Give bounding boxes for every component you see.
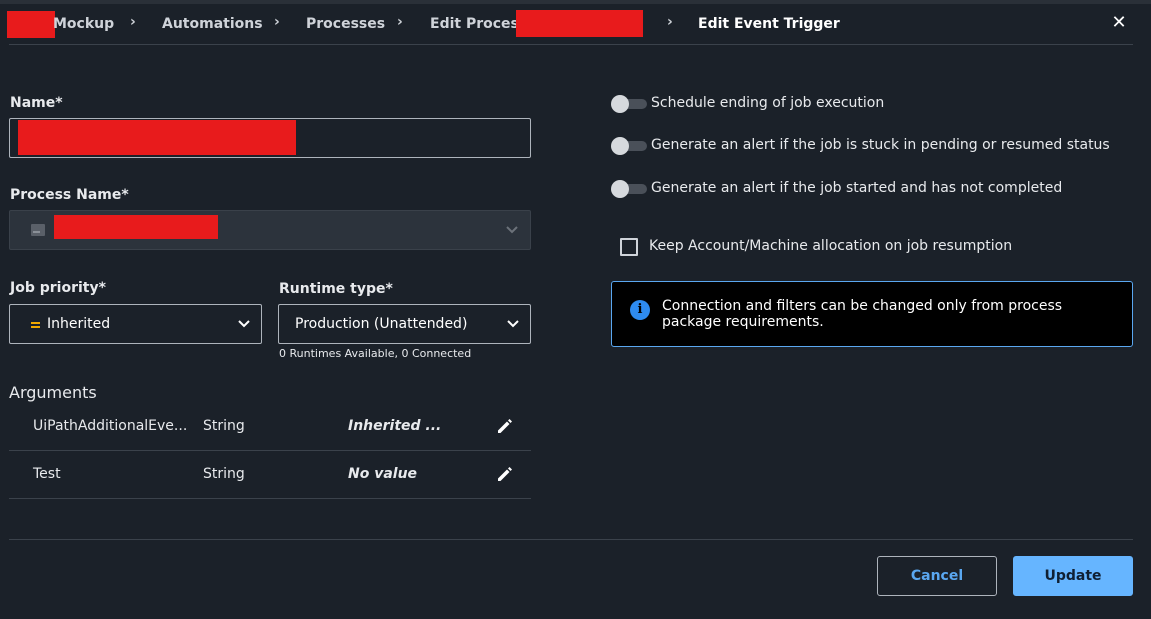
argument-name: UiPathAdditionalEve... xyxy=(33,418,188,434)
runtime-type-select[interactable]: Production (Unattended) xyxy=(278,304,531,344)
arguments-title: Arguments xyxy=(9,383,97,402)
argument-name: Test xyxy=(33,466,61,482)
process-name-label: Process Name* xyxy=(10,187,129,203)
info-banner: i Connection and filters can be changed … xyxy=(611,281,1133,347)
argument-value: Inherited ... xyxy=(348,418,442,434)
edit-event-trigger-panel: Mockup › Automations › Processes › Edit … xyxy=(0,0,1151,619)
equals-icon xyxy=(31,322,40,328)
schedule-ending-toggle[interactable] xyxy=(611,95,647,113)
process-name-select[interactable] xyxy=(9,210,531,250)
name-label: Name* xyxy=(10,95,63,111)
keep-allocation-label: Keep Account/Machine allocation on job r… xyxy=(649,238,1013,254)
runtime-type-value: Production (Unattended) xyxy=(295,316,468,332)
cancel-button[interactable]: Cancel xyxy=(877,556,997,596)
name-input[interactable] xyxy=(9,118,531,158)
table-row: UiPathAdditionalEve... String Inherited … xyxy=(9,403,531,451)
header-divider xyxy=(9,44,1133,45)
toggle-knob xyxy=(611,95,629,113)
redacted-block xyxy=(7,11,55,38)
job-priority-label: Job priority* xyxy=(10,280,106,296)
footer-divider xyxy=(9,539,1133,540)
argument-type: String xyxy=(203,466,245,482)
toggle-knob xyxy=(611,180,629,198)
breadcrumb-item-mockup[interactable]: Mockup xyxy=(53,16,114,32)
pencil-icon[interactable] xyxy=(495,416,515,436)
breadcrumb-item-automations[interactable]: Automations xyxy=(162,16,263,32)
info-icon: i xyxy=(630,300,650,320)
redacted-block xyxy=(516,10,643,37)
job-priority-select[interactable]: Inherited xyxy=(9,304,262,344)
toggle-label: Generate an alert if the job is stuck in… xyxy=(651,137,1110,153)
table-row: Test String No value xyxy=(9,451,531,499)
runtime-type-label: Runtime type* xyxy=(279,281,393,297)
not-completed-alert-toggle[interactable] xyxy=(611,180,647,198)
toggle-label: Schedule ending of job execution xyxy=(651,95,885,111)
argument-type: String xyxy=(203,418,245,434)
chevron-right-icon: › xyxy=(667,14,673,30)
redacted-block xyxy=(18,120,296,155)
argument-value: No value xyxy=(348,466,418,482)
chevron-down-icon xyxy=(238,320,250,328)
job-priority-value: Inherited xyxy=(47,316,111,332)
chevron-down-icon xyxy=(506,226,518,234)
info-text: Connection and filters can be changed on… xyxy=(662,298,1063,330)
chevron-right-icon: › xyxy=(130,14,136,30)
update-button[interactable]: Update xyxy=(1013,556,1133,596)
pencil-icon[interactable] xyxy=(495,464,515,484)
close-icon[interactable]: ✕ xyxy=(1108,12,1130,34)
chevron-right-icon: › xyxy=(397,14,403,30)
breadcrumb-item-processes[interactable]: Processes xyxy=(306,16,385,32)
chevron-right-icon: › xyxy=(274,14,280,30)
process-icon xyxy=(31,224,45,236)
redacted-block xyxy=(54,215,218,239)
toggle-label: Generate an alert if the job started and… xyxy=(651,180,1063,196)
breadcrumb: Mockup › Automations › Processes › Edit … xyxy=(0,4,1151,44)
chevron-down-icon xyxy=(507,320,519,328)
breadcrumb-current: Edit Event Trigger xyxy=(698,16,840,32)
toggle-knob xyxy=(611,137,629,155)
stuck-alert-toggle[interactable] xyxy=(611,137,647,155)
keep-allocation-checkbox[interactable] xyxy=(620,238,638,256)
runtime-helper-text: 0 Runtimes Available, 0 Connected xyxy=(279,347,472,360)
